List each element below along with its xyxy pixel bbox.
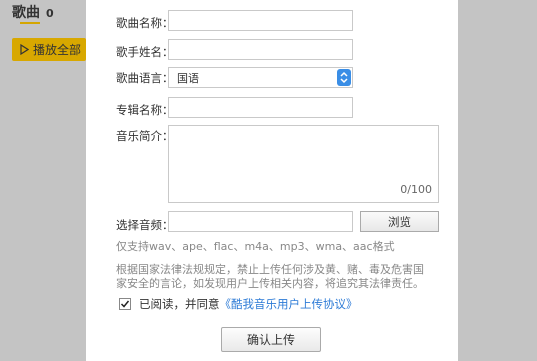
agreement-row: 已阅读，并同意 《酷我音乐用户上传协议》 <box>119 296 358 312</box>
agreement-text: 已阅读，并同意 <box>139 297 220 311</box>
title-underline <box>20 22 40 24</box>
select-arrow-icon <box>337 69 351 86</box>
agreement-checkbox[interactable] <box>119 298 131 310</box>
song-name-input[interactable] <box>168 10 353 31</box>
singer-name-input[interactable] <box>168 39 353 60</box>
music-intro-textarea[interactable]: 0/100 <box>168 125 439 203</box>
play-all-label: 播放全部 <box>33 43 82 57</box>
song-count: 0 <box>46 7 54 20</box>
legal-note-line1: 根据国家法律法规规定，禁止上传任何涉及黄、赌、毒及危害国 <box>116 263 424 276</box>
format-support-note: 仅支持wav、ape、flac、m4a、mp3、wma、aac格式 <box>116 240 395 253</box>
language-select[interactable]: 国语 <box>168 67 353 88</box>
audio-file-input[interactable] <box>168 211 353 232</box>
play-icon <box>20 44 29 55</box>
language-selected-value: 国语 <box>177 71 199 85</box>
check-icon <box>120 300 130 308</box>
page-title: 歌曲 0 <box>12 2 54 22</box>
upload-dialog: 歌曲名称： 歌手姓名： 歌曲语言： 国语 专辑名称： 音乐简介： 0/100 选… <box>86 0 458 361</box>
album-name-input[interactable] <box>168 97 353 118</box>
confirm-upload-button[interactable]: 确认上传 <box>221 327 321 352</box>
legal-note-line2: 家安全的言论，如发现用户上传相关内容，将追究其法律责任。 <box>116 277 424 290</box>
intro-char-counter: 0/100 <box>400 183 432 196</box>
browse-button[interactable]: 浏览 <box>360 211 439 232</box>
play-all-button[interactable]: 播放全部 <box>12 38 86 61</box>
agreement-link[interactable]: 《酷我音乐用户上传协议》 <box>220 296 358 312</box>
page-title-text: 歌曲 <box>12 5 40 21</box>
